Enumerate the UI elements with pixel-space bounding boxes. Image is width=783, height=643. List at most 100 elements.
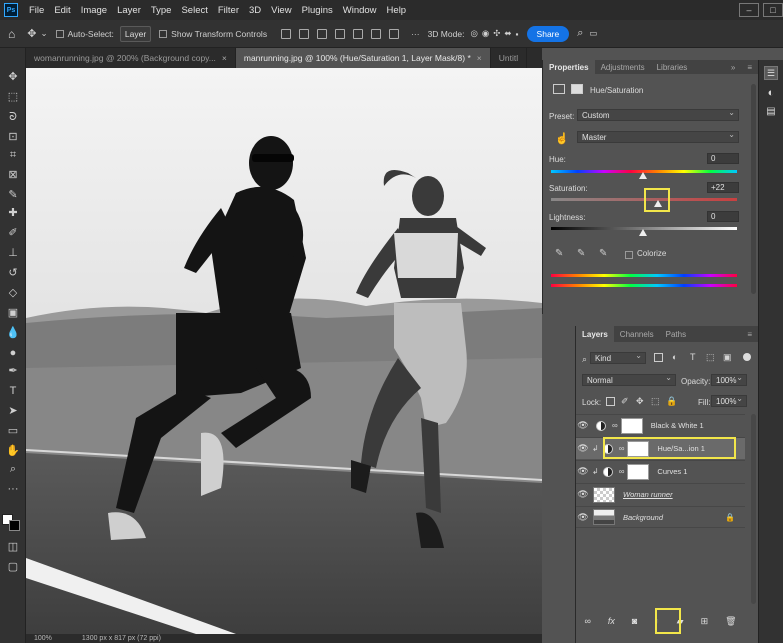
3d-scale-icon[interactable]: ▪: [516, 29, 519, 39]
filter-adjustment-icon[interactable]: ◐: [672, 352, 677, 362]
brush-tool-icon[interactable]: ✐: [6, 226, 20, 240]
type-tool-icon[interactable]: T: [6, 384, 20, 398]
tab-layers[interactable]: Layers: [576, 326, 614, 342]
show-transform-checkbox[interactable]: [159, 29, 168, 38]
layer-row[interactable]: 👁 Background 🔒: [576, 506, 745, 528]
panel-menu-icon[interactable]: ≡: [741, 326, 758, 342]
channel-dropdown[interactable]: Master: [577, 130, 739, 143]
menu-file[interactable]: File: [24, 5, 49, 16]
color-swatches[interactable]: [2, 508, 22, 531]
layer-thumbnail[interactable]: [593, 509, 615, 525]
lasso-tool-icon[interactable]: ᘐ: [6, 110, 20, 124]
new-layer-icon[interactable]: ⊞: [701, 616, 709, 627]
home-icon[interactable]: ⌂: [8, 27, 15, 41]
zoom-level[interactable]: 100%: [34, 635, 52, 642]
add-mask-icon[interactable]: ◙: [632, 616, 637, 626]
hand-tool-icon[interactable]: ✋: [6, 444, 20, 458]
quick-mask-icon[interactable]: ◫: [6, 540, 20, 554]
lightness-slider-thumb[interactable]: [639, 229, 647, 236]
menu-window[interactable]: Window: [338, 5, 382, 16]
filter-pixel-icon[interactable]: [654, 353, 663, 362]
menu-type[interactable]: Type: [146, 5, 177, 16]
filter-type-icon[interactable]: T: [690, 352, 696, 362]
lock-artboard-icon[interactable]: ⬚: [651, 396, 660, 407]
eyedropper-tool-icon[interactable]: ✎: [6, 188, 20, 202]
align-left-icon[interactable]: [281, 28, 292, 39]
collapse-icon[interactable]: »: [725, 60, 741, 74]
delete-layer-icon[interactable]: 🗑: [725, 616, 736, 627]
eraser-tool-icon[interactable]: ◇: [6, 286, 20, 300]
properties-scrollbar[interactable]: [751, 84, 756, 294]
move-tool-icon[interactable]: ✥: [6, 70, 20, 84]
zoom-tool-icon[interactable]: ⌕: [6, 462, 20, 476]
align-top-icon[interactable]: [335, 28, 346, 39]
3d-roll-icon[interactable]: ◉: [482, 28, 489, 39]
layer-mask-thumbnail[interactable]: [620, 417, 643, 434]
3d-slide-icon[interactable]: ⬌: [504, 28, 511, 39]
colorize-checkbox[interactable]: [625, 251, 633, 259]
tab-untitled[interactable]: Untitl: [491, 48, 528, 68]
auto-select-checkbox[interactable]: [55, 29, 64, 38]
preset-dropdown[interactable]: Custom: [577, 108, 739, 121]
layers-scrollbar[interactable]: [751, 414, 756, 604]
link-layers-icon[interactable]: ∞: [584, 616, 590, 626]
align-middle-icon[interactable]: [353, 28, 364, 39]
search-icon[interactable]: ⌕: [577, 27, 583, 40]
tab-paths[interactable]: Paths: [660, 326, 692, 342]
pen-tool-icon[interactable]: ✒: [6, 364, 20, 378]
distribute-icon[interactable]: [389, 28, 400, 39]
auto-select-dropdown[interactable]: Layer: [119, 25, 152, 42]
dodge-tool-icon[interactable]: ●: [6, 346, 20, 360]
layer-row[interactable]: 👁 ↲ ∞ Curves 1: [576, 460, 745, 482]
libraries-panel-icon[interactable]: ▤: [764, 106, 778, 120]
tab-channels[interactable]: Channels: [614, 326, 660, 342]
lightness-value-field[interactable]: 0: [707, 211, 739, 222]
tab-properties[interactable]: Properties: [543, 60, 595, 74]
visibility-eye-icon[interactable]: 👁: [576, 420, 590, 431]
menu-layer[interactable]: Layer: [112, 5, 146, 16]
lock-position-icon[interactable]: ✥: [636, 396, 644, 407]
layer-row[interactable]: 👁 ∞ Black & White 1: [576, 414, 745, 436]
close-icon[interactable]: ×: [222, 53, 227, 63]
kind-filter-dropdown[interactable]: Kind: [590, 351, 646, 364]
move-tool-icon[interactable]: ✥: [27, 27, 36, 40]
eyedropper-subtract-icon[interactable]: ✎: [599, 248, 607, 259]
crop-tool-icon[interactable]: ⌗: [6, 148, 20, 162]
panel-menu-icon[interactable]: ≡: [741, 60, 758, 74]
align-right-icon[interactable]: [317, 28, 328, 39]
layer-thumbnail[interactable]: [593, 486, 615, 503]
background-color-swatch[interactable]: [9, 520, 20, 531]
rectangle-tool-icon[interactable]: ▭: [6, 424, 20, 438]
menu-view[interactable]: View: [266, 5, 296, 16]
marquee-tool-icon[interactable]: ⬚: [6, 90, 20, 104]
visibility-eye-icon[interactable]: 👁: [576, 489, 590, 500]
menu-3d[interactable]: 3D: [244, 5, 266, 16]
stamp-tool-icon[interactable]: ⊥: [6, 246, 20, 260]
menu-select[interactable]: Select: [176, 5, 212, 16]
layer-name[interactable]: Black & White 1: [651, 421, 704, 430]
visibility-eye-icon[interactable]: 👁: [576, 443, 590, 454]
hue-slider-thumb[interactable]: [639, 172, 647, 179]
layer-name[interactable]: Woman runner: [623, 490, 673, 499]
menu-filter[interactable]: Filter: [213, 5, 244, 16]
filter-shape-icon[interactable]: ⬚: [706, 352, 715, 363]
3d-pan-icon[interactable]: ✣: [493, 28, 500, 39]
document-canvas[interactable]: [26, 68, 542, 634]
tab-manrunning[interactable]: manrunning.jpg @ 100% (Hue/Saturation 1,…: [235, 48, 491, 68]
properties-panel-icon[interactable]: ☰: [764, 66, 778, 80]
eyedropper-icon[interactable]: ✎: [555, 248, 563, 259]
opacity-field[interactable]: 100%: [711, 373, 747, 386]
path-select-tool-icon[interactable]: ➤: [6, 404, 20, 418]
fx-icon[interactable]: fx: [608, 616, 615, 626]
chain-link-icon[interactable]: ∞: [619, 467, 625, 476]
blur-tool-icon[interactable]: 💧: [6, 326, 20, 340]
layer-mask-thumbnail[interactable]: [627, 463, 650, 480]
filter-toggle[interactable]: [743, 353, 751, 361]
fill-field[interactable]: 100%: [711, 394, 747, 407]
chain-link-icon[interactable]: ∞: [612, 421, 618, 430]
layer-row[interactable]: 👁 Woman runner: [576, 483, 745, 505]
tab-libraries[interactable]: Libraries: [651, 60, 694, 74]
saturation-value-field[interactable]: +22: [707, 182, 739, 193]
blend-mode-dropdown[interactable]: Normal: [582, 373, 676, 386]
layer-name[interactable]: Curves 1: [657, 467, 687, 476]
